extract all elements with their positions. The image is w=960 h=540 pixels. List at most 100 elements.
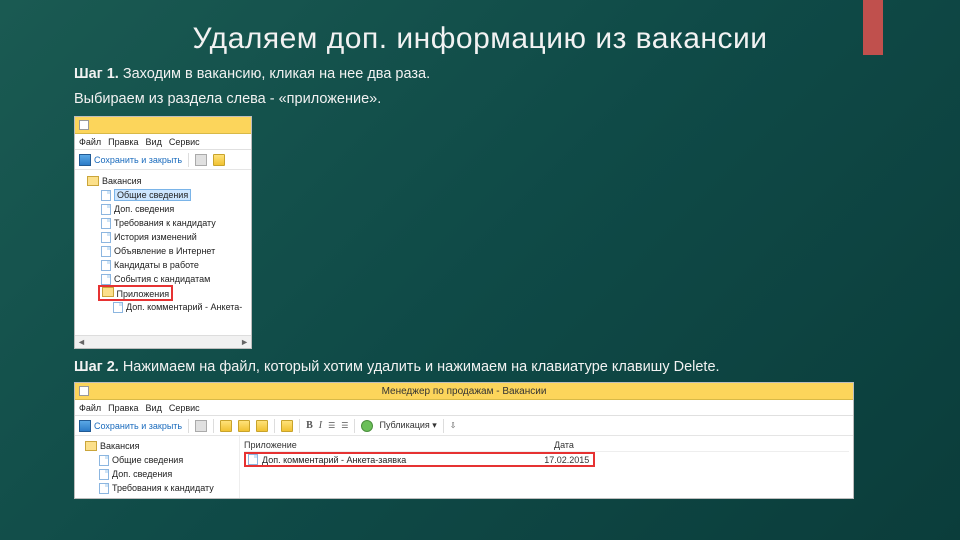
tool-icon-2[interactable] (238, 420, 250, 432)
disk-icon (79, 154, 91, 166)
tree-item[interactable]: Доп. комментарий - Анкета- (79, 300, 249, 314)
separator (213, 419, 214, 433)
tree-root-label: Вакансия (102, 176, 142, 186)
tree-item[interactable]: Требования к кандидату (79, 216, 249, 230)
app-icon (79, 120, 89, 130)
step1-line1: Шаг 1. Заходим в вакансию, кликая на нее… (74, 64, 886, 85)
screenshot-2: Менеджер по продажам - Вакансии Файл Пра… (74, 382, 854, 499)
doc-icon (99, 469, 109, 480)
folder-icon (87, 176, 99, 186)
print-icon[interactable] (195, 154, 207, 166)
tree-item[interactable]: Требования к кандидату (77, 481, 237, 495)
doc-icon (101, 274, 111, 285)
tree-item-label: Кандидаты в работе (114, 260, 199, 270)
tree-item-highlighted[interactable]: Приложения (79, 286, 249, 300)
tree-item-label: Доп. комментарий - Анкета- (126, 302, 242, 312)
screenshot-1: Файл Правка Вид Сервис Сохранить и закры… (74, 116, 252, 349)
step2-text: Нажимаем на файл, который хотим удалить … (119, 359, 720, 375)
disk-icon (79, 420, 91, 432)
scrollbar-horizontal[interactable]: ◄► (75, 335, 251, 348)
tree-item[interactable]: Кандидаты в работе (79, 258, 249, 272)
tree-item-label: Требования к кандидату (112, 483, 214, 493)
tree-item[interactable]: Общие сведения (79, 188, 249, 202)
list-icon-2[interactable]: ☰ (341, 421, 348, 430)
save-close-button[interactable]: Сохранить и закрыть (79, 420, 182, 432)
menu-edit[interactable]: Правка (108, 137, 138, 147)
menubar-1: Файл Правка Вид Сервис (75, 134, 251, 150)
tree-panel-1: Вакансия Общие сведения Доп. сведения Тр… (75, 170, 251, 335)
folder-icon (85, 441, 97, 451)
tree-item-label: Доп. сведения (114, 204, 174, 214)
slide-title: Удаляем доп. информацию из вакансии (74, 22, 886, 56)
tree-item[interactable]: Доп. сведения (77, 467, 237, 481)
menu-file[interactable]: Файл (79, 137, 101, 147)
tree-item-label: Общие сведения (114, 189, 191, 201)
separator (354, 419, 355, 433)
doc-icon (101, 232, 111, 243)
col-date[interactable]: Дата (554, 440, 574, 450)
tree-root[interactable]: Вакансия (79, 174, 249, 188)
step2-line: Шаг 2. Нажимаем на файл, который хотим у… (74, 357, 886, 378)
tree-root-label: Вакансия (100, 441, 140, 451)
scroll-right-icon[interactable]: ► (240, 337, 249, 347)
tool-icon-3[interactable] (256, 420, 268, 432)
titlebar-1 (75, 117, 251, 134)
tree-root[interactable]: Вакансия (77, 439, 237, 453)
step1-text-a: Заходим в вакансию, кликая на нее два ра… (119, 66, 430, 82)
tool-icon-1[interactable] (220, 420, 232, 432)
separator (188, 153, 189, 167)
menu-edit[interactable]: Правка (108, 403, 138, 413)
menu-view[interactable]: Вид (146, 137, 162, 147)
step1-label: Шаг 1. (74, 66, 119, 82)
step2-label: Шаг 2. (74, 359, 119, 375)
menu-service[interactable]: Сервис (169, 403, 200, 413)
col-name[interactable]: Приложение (244, 440, 554, 450)
bold-button[interactable]: B (306, 420, 313, 431)
tree-item[interactable]: Общие сведения (77, 453, 237, 467)
toolbar-1: Сохранить и закрыть (75, 150, 251, 170)
doc-icon (101, 204, 111, 215)
doc-icon (101, 218, 111, 229)
save-close-label: Сохранить и закрыть (94, 155, 182, 165)
scroll-left-icon[interactable]: ◄ (77, 337, 86, 347)
tree-item[interactable]: Доп. сведения (79, 202, 249, 216)
menu-view[interactable]: Вид (146, 403, 162, 413)
tree-item[interactable]: История изменений (79, 230, 249, 244)
doc-icon (101, 190, 111, 201)
menu-file[interactable]: Файл (79, 403, 101, 413)
globe-icon (361, 420, 373, 432)
tree-item[interactable]: Объявление в Интернет (79, 244, 249, 258)
separator (188, 419, 189, 433)
app-icon (79, 386, 89, 396)
doc-icon (99, 483, 109, 494)
save-close-button[interactable]: Сохранить и закрыть (79, 154, 182, 166)
file-name: Доп. комментарий - Анкета-заявка (262, 455, 406, 465)
list-icon[interactable]: ☰ (328, 421, 335, 430)
separator (274, 419, 275, 433)
menu-service[interactable]: Сервис (169, 137, 200, 147)
tree-item[interactable]: События с кандидатам (79, 272, 249, 286)
doc-icon (101, 246, 111, 257)
tool-icon-4[interactable] (281, 420, 293, 432)
column-headers: Приложение Дата (244, 438, 849, 452)
print-icon[interactable] (195, 420, 207, 432)
separator (443, 419, 444, 433)
body-2: Вакансия Общие сведения Доп. сведения Тр… (75, 436, 853, 498)
doc-icon (101, 260, 111, 271)
menubar-2: Файл Правка Вид Сервис (75, 400, 853, 416)
tree-item-label: История изменений (114, 232, 197, 242)
tool-icon[interactable] (213, 154, 225, 166)
tree-item-label: Требования к кандидату (114, 218, 216, 228)
doc-icon (99, 455, 109, 466)
separator (299, 419, 300, 433)
down-icon[interactable]: ⇩ (450, 421, 457, 430)
save-close-label: Сохранить и закрыть (94, 421, 182, 431)
tree-item-label: Приложения (117, 289, 170, 299)
tree-item-label: Доп. сведения (112, 469, 172, 479)
publish-button[interactable]: Публикация ▾ (379, 420, 436, 431)
tree-item-label: Объявление в Интернет (114, 246, 215, 256)
folder-icon (102, 287, 114, 297)
file-panel: Приложение Дата Доп. комментарий - Анкет… (240, 436, 853, 498)
italic-button[interactable]: I (319, 420, 322, 431)
file-row[interactable]: Доп. комментарий - Анкета-заявка 17.02.2… (244, 452, 849, 467)
